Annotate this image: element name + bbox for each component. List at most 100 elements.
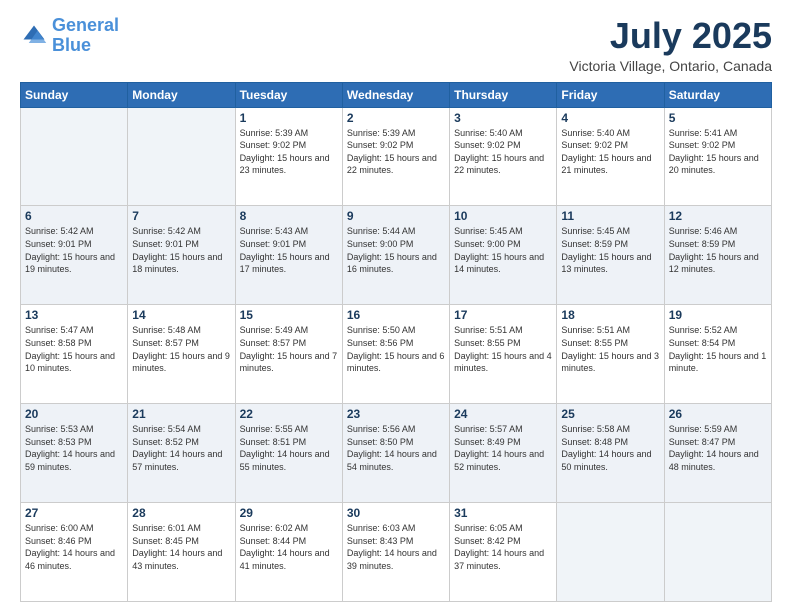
col-wednesday: Wednesday — [342, 82, 449, 107]
day-number: 24 — [454, 407, 552, 421]
main-title: July 2025 — [569, 16, 772, 56]
day-info: Sunrise: 5:46 AM Sunset: 8:59 PM Dayligh… — [669, 225, 767, 275]
calendar-week-row: 1Sunrise: 5:39 AM Sunset: 9:02 PM Daylig… — [21, 107, 772, 206]
calendar-week-row: 6 Sunrise: 5:42 AM Sunset: 9:01 PM Daylig… — [21, 206, 772, 305]
table-row: 5Sunrise: 5:41 AM Sunset: 9:02 PM Daylig… — [664, 107, 771, 206]
day-number: 2 — [347, 111, 445, 125]
day-number: 8 — [240, 209, 338, 223]
logo-icon — [20, 22, 48, 50]
table-row: 3 Sunrise: 5:40 AM Sunset: 9:02 PM Daylig… — [450, 107, 557, 206]
day-info: Sunrise: 5:42 AM Sunset: 9:01 PM Dayligh… — [132, 225, 230, 275]
day-info: Sunrise: 6:02 AM Sunset: 8:44 PM Dayligh… — [240, 522, 338, 572]
day-number: 19 — [669, 308, 767, 322]
day-info: Sunrise: 5:39 AM Sunset: 9:02 PM Dayligh… — [240, 127, 338, 177]
day-info: Sunrise: 5:41 AM Sunset: 9:02 PM Dayligh… — [669, 127, 767, 177]
col-friday: Friday — [557, 82, 664, 107]
day-info: Sunrise: 5:42 AM Sunset: 9:01 PM Dayligh… — [25, 225, 123, 275]
day-info: Sunrise: 5:45 AM Sunset: 8:59 PM Dayligh… — [561, 225, 659, 275]
day-number: 28 — [132, 506, 230, 520]
col-tuesday: Tuesday — [235, 82, 342, 107]
day-info: Sunrise: 5:44 AM Sunset: 9:00 PM Dayligh… — [347, 225, 445, 275]
header: General Blue July 2025 Victoria Village,… — [20, 16, 772, 74]
day-number: 27 — [25, 506, 123, 520]
col-saturday: Saturday — [664, 82, 771, 107]
day-info: Sunrise: 6:03 AM Sunset: 8:43 PM Dayligh… — [347, 522, 445, 572]
day-number: 16 — [347, 308, 445, 322]
table-row: 29 Sunrise: 6:02 AM Sunset: 8:44 PM Dayli… — [235, 503, 342, 602]
day-number: 18 — [561, 308, 659, 322]
day-info: Sunrise: 6:00 AM Sunset: 8:46 PM Dayligh… — [25, 522, 123, 572]
table-row — [21, 107, 128, 206]
day-info: Sunrise: 5:39 AM Sunset: 9:02 PM Dayligh… — [347, 127, 445, 177]
day-info: Sunrise: 5:49 AM Sunset: 8:57 PM Dayligh… — [240, 324, 338, 374]
table-row: 4 Sunrise: 5:40 AM Sunset: 9:02 PM Daylig… — [557, 107, 664, 206]
table-row: 10Sunrise: 5:45 AM Sunset: 9:00 PM Dayli… — [450, 206, 557, 305]
day-info: Sunrise: 5:50 AM Sunset: 8:56 PM Dayligh… — [347, 324, 445, 374]
day-number: 20 — [25, 407, 123, 421]
table-row: 21Sunrise: 5:54 AM Sunset: 8:52 PM Dayli… — [128, 404, 235, 503]
day-number: 4 — [561, 111, 659, 125]
table-row: 15 Sunrise: 5:49 AM Sunset: 8:57 PM Dayli… — [235, 305, 342, 404]
day-number: 7 — [132, 209, 230, 223]
table-row: 6 Sunrise: 5:42 AM Sunset: 9:01 PM Daylig… — [21, 206, 128, 305]
day-number: 6 — [25, 209, 123, 223]
day-number: 15 — [240, 308, 338, 322]
day-number: 17 — [454, 308, 552, 322]
table-row: 25Sunrise: 5:58 AM Sunset: 8:48 PM Dayli… — [557, 404, 664, 503]
calendar-week-row: 20 Sunrise: 5:53 AM Sunset: 8:53 PM Dayli… — [21, 404, 772, 503]
day-number: 11 — [561, 209, 659, 223]
day-info: Sunrise: 5:53 AM Sunset: 8:53 PM Dayligh… — [25, 423, 123, 473]
table-row: 26 Sunrise: 5:59 AM Sunset: 8:47 PM Dayli… — [664, 404, 771, 503]
table-row: 19 Sunrise: 5:52 AM Sunset: 8:54 PM Dayli… — [664, 305, 771, 404]
subtitle: Victoria Village, Ontario, Canada — [569, 58, 772, 74]
table-row: 22Sunrise: 5:55 AM Sunset: 8:51 PM Dayli… — [235, 404, 342, 503]
table-row: 27 Sunrise: 6:00 AM Sunset: 8:46 PM Dayli… — [21, 503, 128, 602]
day-number: 31 — [454, 506, 552, 520]
day-number: 12 — [669, 209, 767, 223]
table-row: 20 Sunrise: 5:53 AM Sunset: 8:53 PM Dayli… — [21, 404, 128, 503]
day-number: 22 — [240, 407, 338, 421]
table-row: 7 Sunrise: 5:42 AM Sunset: 9:01 PM Daylig… — [128, 206, 235, 305]
day-number: 25 — [561, 407, 659, 421]
day-info: Sunrise: 5:45 AM Sunset: 9:00 PM Dayligh… — [454, 225, 552, 275]
calendar-week-row: 13Sunrise: 5:47 AM Sunset: 8:58 PM Dayli… — [21, 305, 772, 404]
day-number: 9 — [347, 209, 445, 223]
table-row: 13Sunrise: 5:47 AM Sunset: 8:58 PM Dayli… — [21, 305, 128, 404]
day-info: Sunrise: 5:40 AM Sunset: 9:02 PM Dayligh… — [454, 127, 552, 177]
day-number: 26 — [669, 407, 767, 421]
day-info: Sunrise: 5:56 AM Sunset: 8:50 PM Dayligh… — [347, 423, 445, 473]
day-info: Sunrise: 5:52 AM Sunset: 8:54 PM Dayligh… — [669, 324, 767, 374]
col-sunday: Sunday — [21, 82, 128, 107]
table-row: 2 Sunrise: 5:39 AM Sunset: 9:02 PM Daylig… — [342, 107, 449, 206]
day-number: 23 — [347, 407, 445, 421]
day-info: Sunrise: 5:59 AM Sunset: 8:47 PM Dayligh… — [669, 423, 767, 473]
day-info: Sunrise: 5:40 AM Sunset: 9:02 PM Dayligh… — [561, 127, 659, 177]
day-info: Sunrise: 6:01 AM Sunset: 8:45 PM Dayligh… — [132, 522, 230, 572]
logo-text: General Blue — [52, 16, 119, 56]
day-info: Sunrise: 6:05 AM Sunset: 8:42 PM Dayligh… — [454, 522, 552, 572]
table-row: 28 Sunrise: 6:01 AM Sunset: 8:45 PM Dayli… — [128, 503, 235, 602]
table-row: 16 Sunrise: 5:50 AM Sunset: 8:56 PM Dayli… — [342, 305, 449, 404]
day-info: Sunrise: 5:54 AM Sunset: 8:52 PM Dayligh… — [132, 423, 230, 473]
table-row: 30Sunrise: 6:03 AM Sunset: 8:43 PM Dayli… — [342, 503, 449, 602]
logo: General Blue — [20, 16, 119, 56]
day-number: 29 — [240, 506, 338, 520]
table-row — [557, 503, 664, 602]
table-row: 31 Sunrise: 6:05 AM Sunset: 8:42 PM Dayli… — [450, 503, 557, 602]
day-number: 3 — [454, 111, 552, 125]
calendar-header-row: Sunday Monday Tuesday Wednesday Thursday… — [21, 82, 772, 107]
table-row — [664, 503, 771, 602]
table-row: 9 Sunrise: 5:44 AM Sunset: 9:00 PM Daylig… — [342, 206, 449, 305]
col-monday: Monday — [128, 82, 235, 107]
table-row: 24 Sunrise: 5:57 AM Sunset: 8:49 PM Dayli… — [450, 404, 557, 503]
day-info: Sunrise: 5:48 AM Sunset: 8:57 PM Dayligh… — [132, 324, 230, 374]
day-number: 13 — [25, 308, 123, 322]
table-row: 14Sunrise: 5:48 AM Sunset: 8:57 PM Dayli… — [128, 305, 235, 404]
day-info: Sunrise: 5:43 AM Sunset: 9:01 PM Dayligh… — [240, 225, 338, 275]
day-info: Sunrise: 5:57 AM Sunset: 8:49 PM Dayligh… — [454, 423, 552, 473]
col-thursday: Thursday — [450, 82, 557, 107]
table-row: 17Sunrise: 5:51 AM Sunset: 8:55 PM Dayli… — [450, 305, 557, 404]
table-row: 23 Sunrise: 5:56 AM Sunset: 8:50 PM Dayli… — [342, 404, 449, 503]
table-row: 1Sunrise: 5:39 AM Sunset: 9:02 PM Daylig… — [235, 107, 342, 206]
table-row: 12 Sunrise: 5:46 AM Sunset: 8:59 PM Dayli… — [664, 206, 771, 305]
